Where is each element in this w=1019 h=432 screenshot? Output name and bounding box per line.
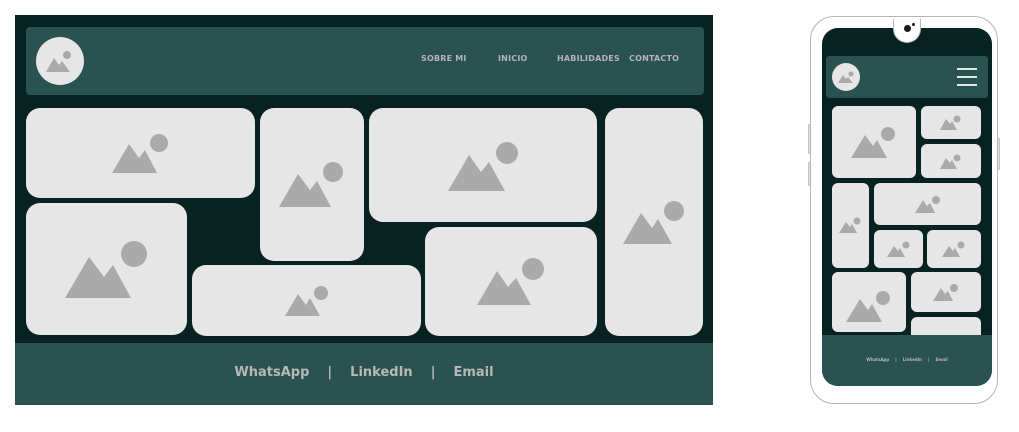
gallery-tile[interactable] [369, 108, 597, 222]
footer-separator: | [927, 357, 930, 362]
nav-link-inicio[interactable]: INICIO [498, 54, 528, 63]
image-placeholder-icon [46, 51, 71, 72]
nav-link-contacto[interactable]: CONTACTO [629, 54, 679, 63]
phone-mockup: WhatsApp | LinkedIn | Email [808, 14, 1000, 406]
desktop-mockup: SOBRE MI INICIO HABILIDADES CONTACTO Wha… [15, 15, 713, 405]
gallery-tile[interactable] [260, 108, 364, 261]
mobile-footer-links: WhatsApp | LinkedIn | Email [822, 357, 992, 362]
image-placeholder-icon [887, 241, 910, 257]
gallery-tile[interactable] [832, 183, 869, 268]
image-placeholder-icon [940, 154, 961, 169]
gallery-tile[interactable] [874, 183, 981, 225]
footer-links: WhatsApp | LinkedIn | Email [15, 365, 713, 380]
footer-link-whatsapp[interactable]: WhatsApp [234, 365, 309, 380]
footer-separator: | [895, 357, 897, 362]
phone-frame: WhatsApp | LinkedIn | Email [810, 16, 998, 404]
gallery-tile[interactable] [605, 108, 703, 336]
gallery-tile[interactable] [832, 272, 906, 332]
gallery-tile[interactable] [26, 203, 187, 335]
mobile-navbar [826, 56, 988, 98]
image-placeholder-icon [838, 71, 854, 83]
footer-link-email[interactable]: Email [935, 357, 947, 362]
image-placeholder-icon [839, 217, 861, 233]
image-placeholder-icon [448, 142, 518, 191]
mobile-logo[interactable] [832, 63, 860, 91]
desktop-logo[interactable] [36, 37, 84, 85]
desktop-navbar: SOBRE MI INICIO HABILIDADES CONTACTO [26, 27, 704, 95]
gallery-tile[interactable] [832, 106, 916, 178]
image-placeholder-icon [112, 134, 168, 173]
footer-separator: | [430, 365, 436, 380]
image-placeholder-icon [915, 196, 940, 213]
nav-link-habilidades[interactable]: HABILIDADES [557, 54, 620, 63]
gallery-tile[interactable] [192, 265, 421, 336]
phone-screen: WhatsApp | LinkedIn | Email [822, 28, 992, 386]
hamburger-menu-icon[interactable] [957, 67, 977, 87]
image-placeholder-icon [933, 284, 958, 301]
footer-link-linkedin[interactable]: LinkedIn [903, 357, 922, 362]
footer-link-whatsapp[interactable]: WhatsApp [866, 357, 889, 362]
image-placeholder-icon [942, 241, 965, 257]
footer-link-linkedin[interactable]: LinkedIn [350, 365, 413, 380]
nav-link-sobre-mi[interactable]: SOBRE MI [421, 54, 467, 63]
gallery-tile[interactable] [26, 108, 255, 198]
gallery-tile[interactable] [874, 230, 923, 268]
image-placeholder-icon [851, 127, 895, 158]
gallery-tile[interactable] [921, 144, 981, 178]
mobile-footer: WhatsApp | LinkedIn | Email [822, 335, 992, 386]
gallery-tile[interactable] [911, 272, 981, 312]
sensor-icon [912, 23, 915, 26]
desktop-footer: WhatsApp | LinkedIn | Email [15, 343, 713, 405]
image-placeholder-icon [846, 291, 890, 322]
image-placeholder-icon [940, 115, 961, 130]
image-placeholder-icon [65, 241, 147, 298]
footer-link-email[interactable]: Email [453, 365, 493, 380]
image-placeholder-icon [623, 201, 684, 244]
image-placeholder-icon [477, 258, 544, 305]
gallery-tile[interactable] [927, 230, 981, 268]
gallery-tile[interactable] [425, 227, 597, 336]
camera-icon [904, 25, 911, 32]
footer-separator: | [327, 365, 333, 380]
image-placeholder-icon [285, 286, 328, 316]
gallery-tile[interactable] [921, 106, 981, 139]
image-placeholder-icon [279, 162, 343, 207]
